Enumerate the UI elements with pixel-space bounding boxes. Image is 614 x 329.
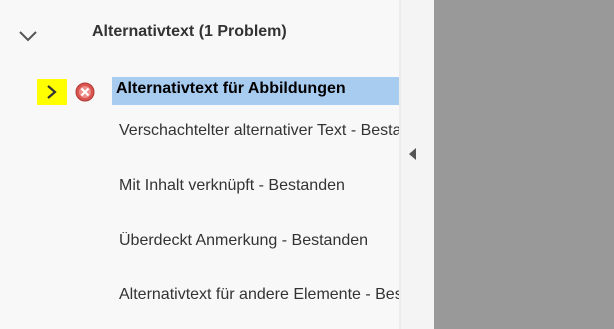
tree-item-nested-alt-text[interactable]: Verschachtelter alternativer Text - Best… bbox=[119, 122, 399, 146]
error-icon bbox=[75, 82, 95, 102]
section-collapse-toggle[interactable] bbox=[18, 26, 42, 46]
expand-item-button[interactable] bbox=[37, 79, 67, 105]
chevron-right-icon bbox=[47, 85, 57, 99]
tree-item-other-elements-alt-text[interactable]: Alternativtext für andere Elemente - Bes… bbox=[119, 286, 399, 310]
selected-item-label: Alternativtext für Abbildungen bbox=[116, 80, 346, 97]
document-viewing-area bbox=[434, 0, 614, 329]
tree-item-associated-with-content[interactable]: Mit Inhalt verknüpft - Bestanden bbox=[119, 177, 399, 201]
accessibility-checker-panel: Alternativtext (1 Problem) Alternativtex… bbox=[0, 0, 399, 329]
collapse-panel-arrow-icon[interactable] bbox=[409, 148, 416, 160]
selected-tree-item[interactable]: Alternativtext für Abbildungen bbox=[112, 77, 399, 105]
chevron-down-icon bbox=[19, 31, 37, 42]
tree-item-hides-annotation[interactable]: Überdeckt Anmerkung - Bestanden bbox=[119, 232, 399, 256]
panel-collapse-gutter bbox=[401, 0, 434, 329]
section-title: Alternativtext (1 Problem) bbox=[92, 23, 287, 40]
